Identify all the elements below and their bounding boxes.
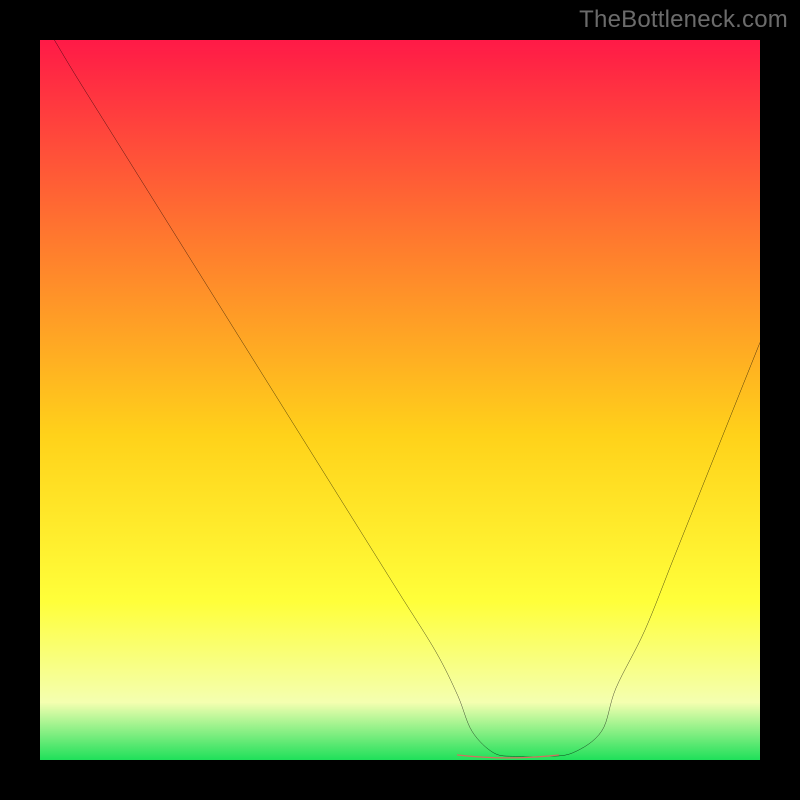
bottleneck-curve-chart bbox=[40, 40, 760, 760]
gradient-background bbox=[40, 40, 760, 760]
watermark-text: TheBottleneck.com bbox=[579, 6, 788, 34]
chart-frame: TheBottleneck.com bbox=[0, 0, 800, 800]
